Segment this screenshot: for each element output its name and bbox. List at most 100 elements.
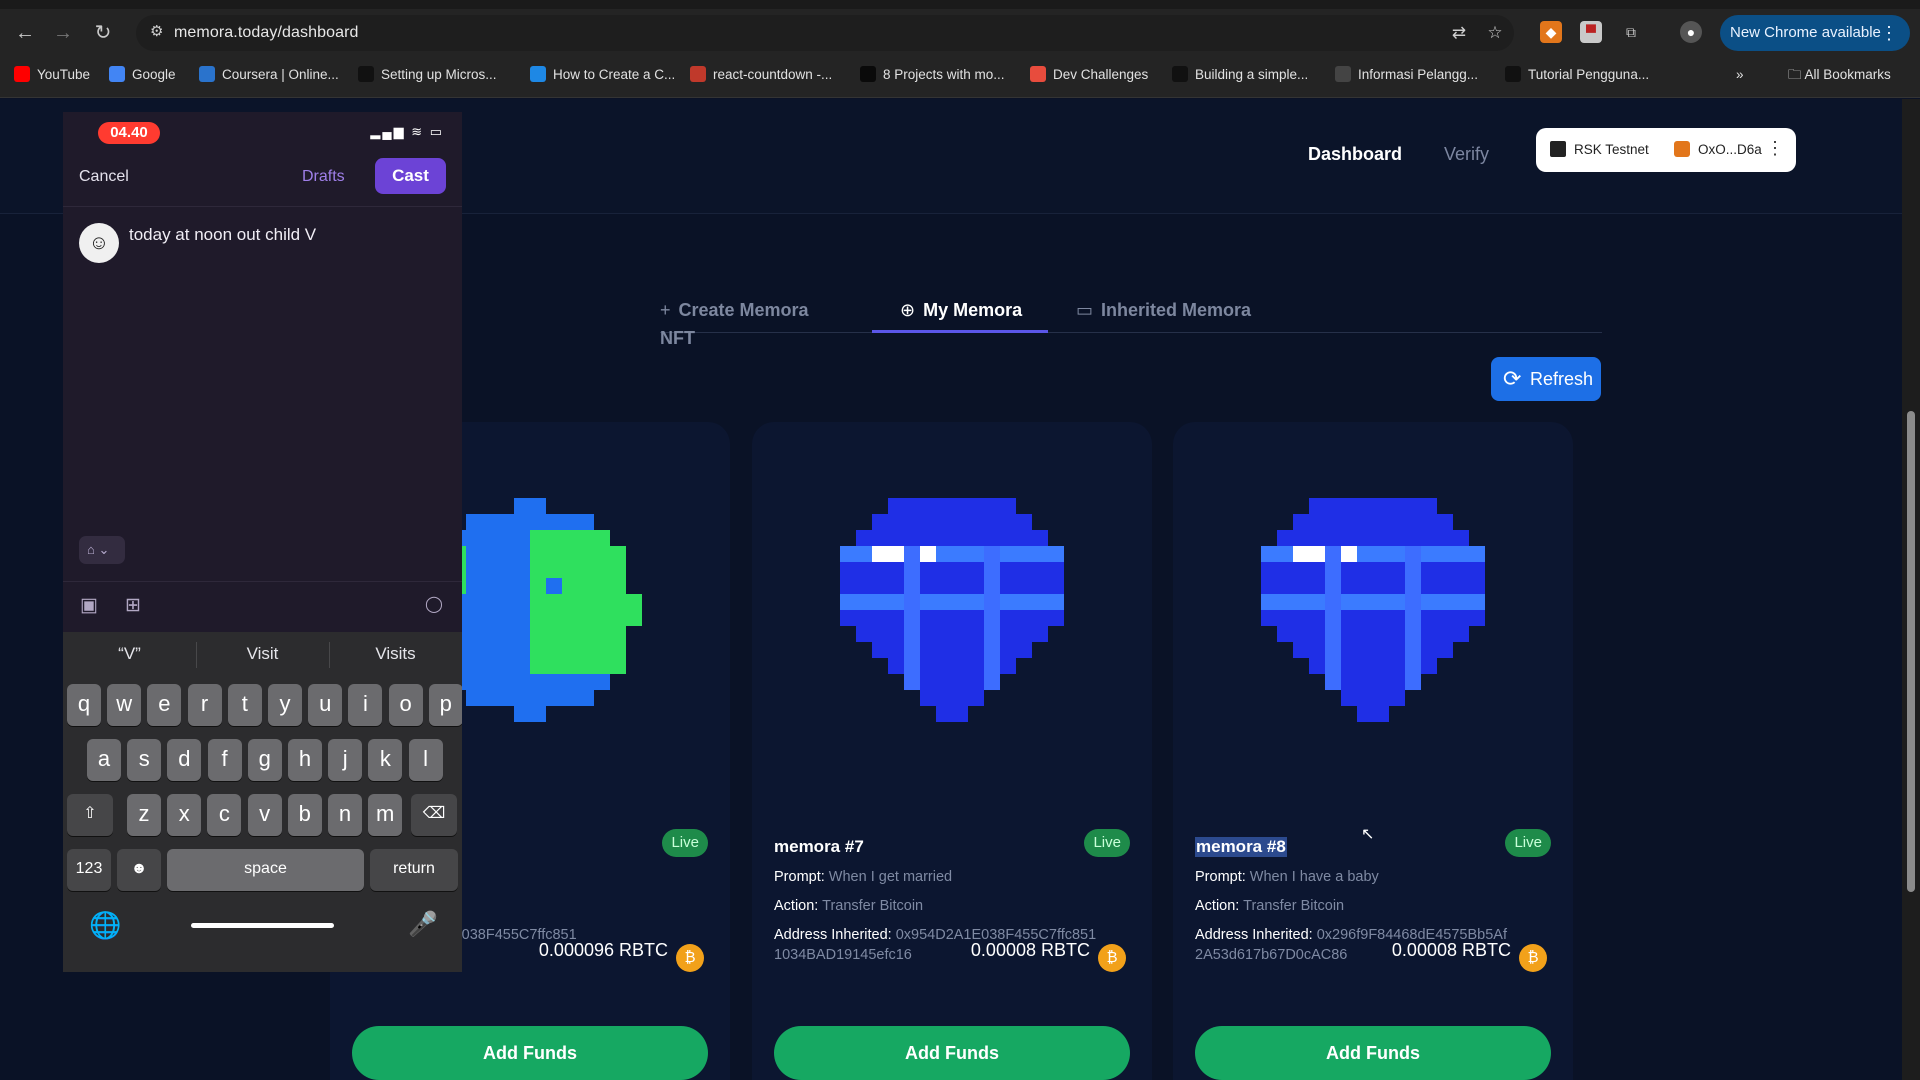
key-p[interactable]: p	[428, 684, 462, 726]
star-icon[interactable]: ☆	[1484, 22, 1506, 44]
add-funds-button[interactable]: Add Funds	[1195, 1026, 1551, 1080]
key-f[interactable]: f	[207, 739, 242, 781]
profile-avatar[interactable]: ●	[1680, 21, 1702, 43]
kebab-menu-icon[interactable]: ⋮	[1880, 15, 1898, 51]
memora-nft-image	[1173, 460, 1573, 760]
image-icon[interactable]: ▣	[80, 594, 98, 617]
memora-price: 0.000096 RBTC ₿	[539, 940, 704, 972]
key-c[interactable]: c	[207, 794, 242, 836]
shift-key[interactable]: ⇧	[67, 794, 113, 836]
key-v[interactable]: v	[247, 794, 282, 836]
key-b[interactable]: b	[287, 794, 322, 836]
space-key[interactable]: space	[167, 849, 364, 891]
channel-selector[interactable]: ⌂ ⌄	[79, 536, 125, 564]
keyboard-suggestion[interactable]: Visits	[329, 644, 462, 664]
key-m[interactable]: m	[368, 794, 403, 836]
keyboard-suggestion[interactable]: “V”	[63, 644, 196, 664]
key-e[interactable]: e	[147, 684, 182, 726]
address-value-cont: 1034BAD19145efc16	[774, 947, 912, 963]
bookmark-item[interactable]: How to Create a C...	[530, 60, 675, 90]
bookmark-item[interactable]: 8 Projects with mo...	[860, 60, 1005, 90]
key-i[interactable]: i	[348, 684, 383, 726]
key-y[interactable]: y	[268, 684, 302, 726]
key-z[interactable]: z	[127, 794, 161, 836]
address-bar[interactable]: ⚙ memora.today/dashboard ⇄ ☆	[136, 15, 1514, 51]
microphone-icon[interactable]: 🎤	[408, 910, 438, 939]
action-value: Transfer Bitcoin	[822, 898, 924, 914]
wallet-menu-icon[interactable]: ⋮	[1766, 138, 1784, 159]
bookmark-item[interactable]: Tutorial Pengguna...	[1505, 60, 1649, 90]
bookmark-item[interactable]: Google	[109, 60, 176, 90]
bookmark-favicon-icon	[1172, 66, 1188, 82]
translate-icon[interactable]: ⇄	[1448, 22, 1470, 44]
key-n[interactable]: n	[328, 794, 362, 836]
scrollbar-thumb[interactable]	[1907, 411, 1915, 892]
bookmark-favicon-icon	[358, 66, 374, 82]
cast-button[interactable]: Cast	[375, 158, 446, 194]
key-l[interactable]: l	[408, 739, 443, 781]
key-k[interactable]: k	[368, 739, 403, 781]
key-w[interactable]: w	[107, 684, 142, 726]
prompt-label: Prompt:	[1195, 869, 1246, 885]
emoji-key[interactable]: ☻	[117, 849, 161, 891]
page-scrollbar[interactable]	[1902, 99, 1920, 1080]
cast-draft-text[interactable]: today at noon out child V	[129, 225, 316, 245]
home-indicator	[191, 923, 334, 928]
network-selector[interactable]: RSK Testnet	[1550, 141, 1649, 157]
price-value: 0.00008 RBTC	[1391, 940, 1511, 960]
key-g[interactable]: g	[247, 739, 282, 781]
bookmark-item[interactable]: react-countdown -...	[690, 60, 832, 90]
tab-create-memora-nft[interactable]: + Create Memora NFT	[660, 296, 846, 348]
bookmark-favicon-icon	[530, 66, 546, 82]
key-x[interactable]: x	[167, 794, 202, 836]
add-funds-button[interactable]: Add Funds	[352, 1026, 708, 1080]
nav-dashboard-link[interactable]: Dashboard	[1308, 144, 1402, 165]
extension-icon[interactable]: ▀	[1580, 21, 1602, 43]
chrome-update-button[interactable]: New Chrome available ⋮	[1720, 15, 1910, 51]
tab-inherited-memora[interactable]: ▭ Inherited Memora	[1076, 296, 1266, 333]
globe-icon[interactable]: 🌐	[89, 910, 121, 941]
key-j[interactable]: j	[328, 739, 363, 781]
bookmark-favicon-icon	[14, 66, 30, 82]
extensions-puzzle-icon[interactable]: ⧉	[1620, 21, 1642, 43]
bookmark-item[interactable]: Building a simple...	[1172, 60, 1308, 90]
bookmark-item[interactable]: Dev Challenges	[1030, 60, 1148, 90]
embed-grid-icon[interactable]: ⊞	[125, 594, 141, 617]
url-text[interactable]: memora.today/dashboard	[174, 24, 359, 42]
reload-icon[interactable]: ↻	[90, 20, 116, 46]
key-d[interactable]: d	[167, 739, 202, 781]
wallet-connect-widget[interactable]: RSK Testnet OxO...D6a ⋮	[1536, 128, 1796, 172]
tab-my-memora[interactable]: ⊕ My Memora	[872, 296, 1048, 333]
add-funds-button[interactable]: Add Funds	[774, 1026, 1130, 1080]
forward-icon[interactable]: →	[50, 20, 76, 46]
backspace-key[interactable]: ⌫	[411, 794, 457, 836]
key-s[interactable]: s	[127, 739, 162, 781]
metamask-icon[interactable]: ◆	[1540, 21, 1562, 43]
numbers-key[interactable]: 123	[67, 849, 111, 891]
key-h[interactable]: h	[288, 739, 322, 781]
bookmark-item[interactable]: Informasi Pelangg...	[1335, 60, 1478, 90]
key-t[interactable]: t	[227, 684, 262, 726]
all-bookmarks-folder[interactable]: 🗀 All Bookmarks	[1788, 60, 1891, 90]
address-label: Address Inherited:	[1195, 927, 1313, 943]
return-key[interactable]: return	[370, 849, 458, 891]
key-o[interactable]: o	[388, 684, 423, 726]
bookmark-item[interactable]: Coursera | Online...	[199, 60, 339, 90]
bookmark-item[interactable]: YouTube	[14, 60, 90, 90]
bookmark-item[interactable]: Setting up Micros...	[358, 60, 497, 90]
memora-nft-image	[752, 460, 1152, 760]
keyboard-suggestion[interactable]: Visit	[196, 644, 329, 664]
drafts-button[interactable]: Drafts	[302, 168, 345, 186]
back-icon[interactable]: ←	[12, 20, 38, 46]
prompt-label: Prompt:	[774, 869, 825, 885]
refresh-button[interactable]: ⟳ Refresh	[1491, 357, 1601, 401]
site-info-icon[interactable]: ⚙	[150, 23, 168, 41]
nav-verify-link[interactable]: Verify	[1444, 144, 1489, 165]
key-q[interactable]: q	[67, 684, 101, 726]
key-a[interactable]: a	[87, 739, 121, 781]
bookmarks-overflow-icon[interactable]: »	[1736, 60, 1744, 90]
cancel-button[interactable]: Cancel	[79, 168, 129, 186]
key-r[interactable]: r	[187, 684, 222, 726]
account-selector[interactable]: OxO...D6a	[1674, 141, 1762, 157]
key-u[interactable]: u	[308, 684, 343, 726]
